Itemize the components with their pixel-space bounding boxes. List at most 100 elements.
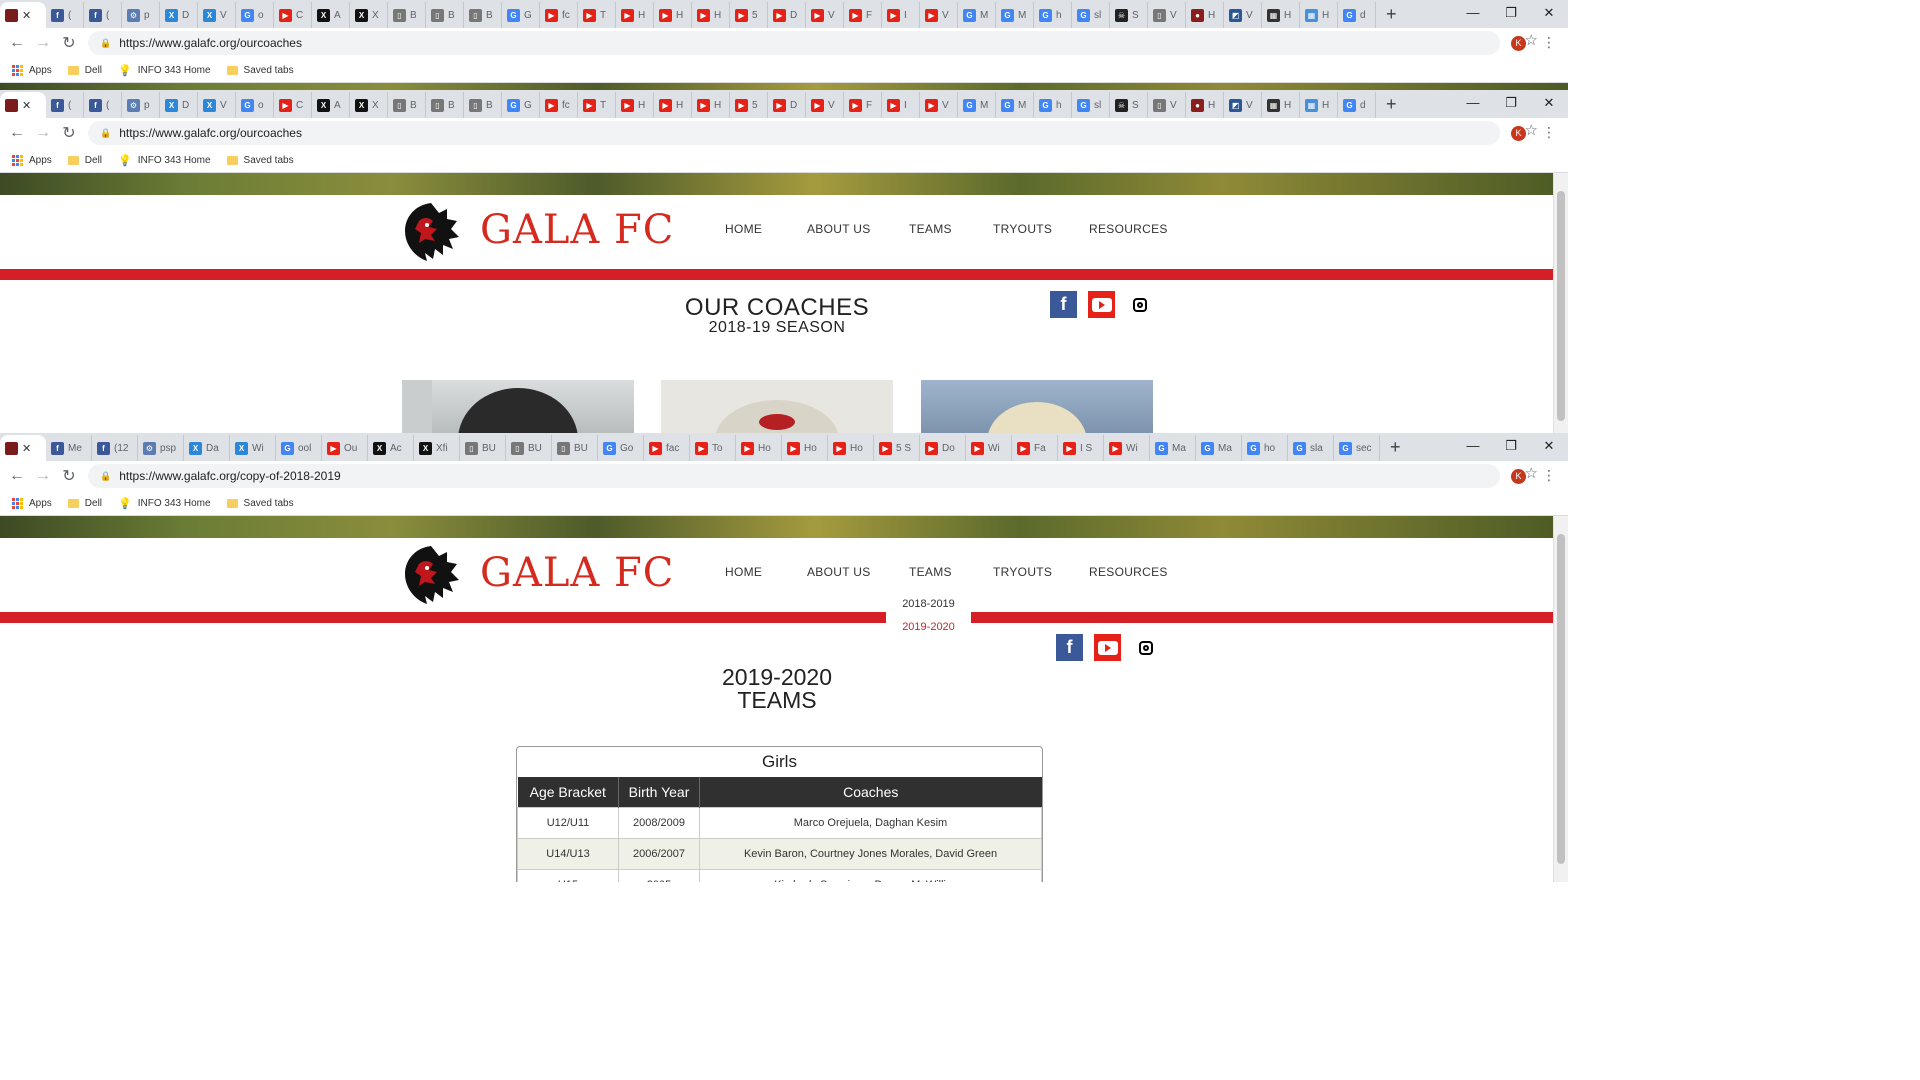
forward-icon[interactable]: → — [30, 467, 56, 485]
browser-tab[interactable]: ☠ S — [1110, 92, 1148, 118]
browser-tab[interactable]: Go — [236, 2, 274, 28]
browser-tab[interactable]: ⚙ p — [122, 2, 160, 28]
minimize-button[interactable]: — — [1454, 433, 1492, 461]
site-brand[interactable]: GALA FC — [480, 207, 674, 253]
browser-tab[interactable]: ▯ B — [388, 2, 426, 28]
back-icon[interactable]: ← — [4, 467, 30, 485]
browser-tab[interactable]: ▯ B — [388, 92, 426, 118]
browser-tab[interactable]: ▶ D — [768, 2, 806, 28]
scrollbar[interactable] — [1553, 173, 1568, 433]
browser-tab[interactable]: ▶ 5 S — [874, 435, 920, 461]
browser-tab[interactable]: ▶ V — [920, 2, 958, 28]
browser-tab[interactable]: G Ma — [1150, 435, 1196, 461]
close-tab-icon[interactable]: ✕ — [22, 99, 31, 112]
browser-tab[interactable]: GM — [996, 92, 1034, 118]
dropdown-item-2018-2019[interactable]: 2018-2019 — [886, 593, 971, 616]
browser-tab[interactable]: ▦ H — [1262, 92, 1300, 118]
browser-tab[interactable]: ▶ H — [692, 2, 730, 28]
browser-tab[interactable]: ▯ BU — [506, 435, 552, 461]
close-window-button[interactable]: ✕ — [1530, 433, 1568, 461]
browser-tab[interactable]: X Wi — [230, 435, 276, 461]
tab-active[interactable]: ✕ — [0, 2, 46, 28]
browser-tab[interactable]: XA — [312, 92, 350, 118]
browser-tab[interactable]: ▶ Ho — [828, 435, 874, 461]
profile-avatar[interactable]: K — [1511, 469, 1526, 484]
browser-tab[interactable]: ▶ D — [768, 92, 806, 118]
nav-tryouts[interactable]: TRYOUTS — [993, 565, 1052, 579]
browser-tab[interactable]: GG — [502, 92, 540, 118]
browser-tab[interactable]: ▶ F — [844, 92, 882, 118]
browser-tab[interactable]: Gsl — [1072, 2, 1110, 28]
nav-home[interactable]: HOME — [725, 565, 762, 579]
nav-tryouts[interactable]: TRYOUTS — [993, 222, 1052, 236]
browser-tab[interactable]: ☠ S — [1110, 2, 1148, 28]
browser-tab[interactable]: GM — [996, 2, 1034, 28]
forward-icon[interactable]: → — [30, 124, 56, 142]
browser-tab[interactable]: X Xfi — [414, 435, 460, 461]
url-field[interactable]: 🔒 https://www.galafc.org/ourcoaches — [88, 31, 1500, 55]
browser-tab[interactable]: f (12 — [92, 435, 138, 461]
close-tab-icon[interactable]: ✕ — [22, 9, 31, 22]
nav-resources[interactable]: RESOURCES — [1089, 222, 1168, 236]
menu-kebab-icon[interactable]: ⋮ — [1542, 34, 1556, 51]
lion-logo-icon[interactable] — [397, 199, 465, 265]
browser-tab[interactable]: XD — [160, 92, 198, 118]
browser-tab[interactable]: ● H — [1186, 2, 1224, 28]
back-icon[interactable]: ← — [4, 34, 30, 52]
youtube-icon[interactable] — [1094, 634, 1121, 661]
browser-tab[interactable]: ▯ V — [1148, 2, 1186, 28]
menu-kebab-icon[interactable]: ⋮ — [1542, 467, 1556, 484]
facebook-icon[interactable]: f — [1056, 634, 1083, 661]
bookmark-dell[interactable]: Dell — [67, 155, 102, 166]
browser-tab[interactable]: f( — [46, 2, 84, 28]
browser-tab[interactable]: ▶ H — [616, 92, 654, 118]
nav-about-us[interactable]: ABOUT US — [807, 565, 871, 579]
minimize-button[interactable]: — — [1454, 0, 1492, 28]
bookmark-saved-tabs[interactable]: Saved tabs — [226, 65, 294, 76]
browser-tab[interactable]: ▦ H — [1300, 92, 1338, 118]
nav-teams[interactable]: TEAMS — [909, 222, 952, 236]
scrollbar[interactable] — [1553, 516, 1568, 882]
browser-tab[interactable]: f( — [46, 92, 84, 118]
browser-tab[interactable]: ▶ I — [882, 2, 920, 28]
browser-tab[interactable]: XD — [160, 2, 198, 28]
browser-tab[interactable]: Gh — [1034, 92, 1072, 118]
bookmark-apps[interactable]: Apps — [12, 154, 52, 166]
browser-tab[interactable]: ▶ V — [806, 2, 844, 28]
browser-tab[interactable]: ▶ fc — [540, 92, 578, 118]
nav-resources[interactable]: RESOURCES — [1089, 565, 1168, 579]
dropdown-item-2019-2020[interactable]: 2019-2020 — [886, 616, 971, 639]
bookmark-star-icon[interactable]: ☆ — [1525, 31, 1538, 49]
forward-icon[interactable]: → — [30, 34, 56, 52]
browser-tab[interactable]: ⚙ p — [122, 92, 160, 118]
tab-active[interactable]: ✕ — [0, 435, 46, 461]
browser-tab[interactable]: ▶ 5 — [730, 92, 768, 118]
browser-tab[interactable]: ▶ fac — [644, 435, 690, 461]
bookmark-dell[interactable]: Dell — [67, 498, 102, 509]
reload-icon[interactable]: ↻ — [56, 123, 82, 143]
restore-button[interactable]: ❐ — [1492, 433, 1530, 461]
browser-tab[interactable]: Gho — [1242, 435, 1288, 461]
bookmark-info343[interactable]: 💡 INFO 343 Home — [118, 64, 211, 77]
browser-tab[interactable]: ▶ H — [692, 92, 730, 118]
bookmark-apps[interactable]: Apps — [12, 64, 52, 76]
bookmark-star-icon[interactable]: ☆ — [1525, 121, 1538, 139]
browser-tab[interactable]: ◩ V — [1224, 2, 1262, 28]
lion-logo-icon[interactable] — [397, 542, 465, 608]
browser-tab[interactable]: Go — [236, 92, 274, 118]
browser-tab[interactable]: ▶ V — [806, 92, 844, 118]
bookmark-saved-tabs[interactable]: Saved tabs — [226, 155, 294, 166]
browser-tab[interactable]: Gd — [1338, 2, 1376, 28]
restore-button[interactable]: ❐ — [1492, 90, 1530, 118]
browser-tab[interactable]: ▯ B — [426, 92, 464, 118]
browser-tab[interactable]: f Me — [46, 435, 92, 461]
close-window-button[interactable]: ✕ — [1530, 90, 1568, 118]
browser-tab[interactable]: ▶ C — [274, 92, 312, 118]
browser-tab[interactable]: ▦ H — [1300, 2, 1338, 28]
browser-tab[interactable]: ▶ H — [654, 92, 692, 118]
reload-icon[interactable]: ↻ — [56, 466, 82, 486]
browser-tab[interactable]: Gool — [276, 435, 322, 461]
bookmark-dell[interactable]: Dell — [67, 65, 102, 76]
browser-tab[interactable]: ● H — [1186, 92, 1224, 118]
browser-tab[interactable]: ⚙ psp — [138, 435, 184, 461]
